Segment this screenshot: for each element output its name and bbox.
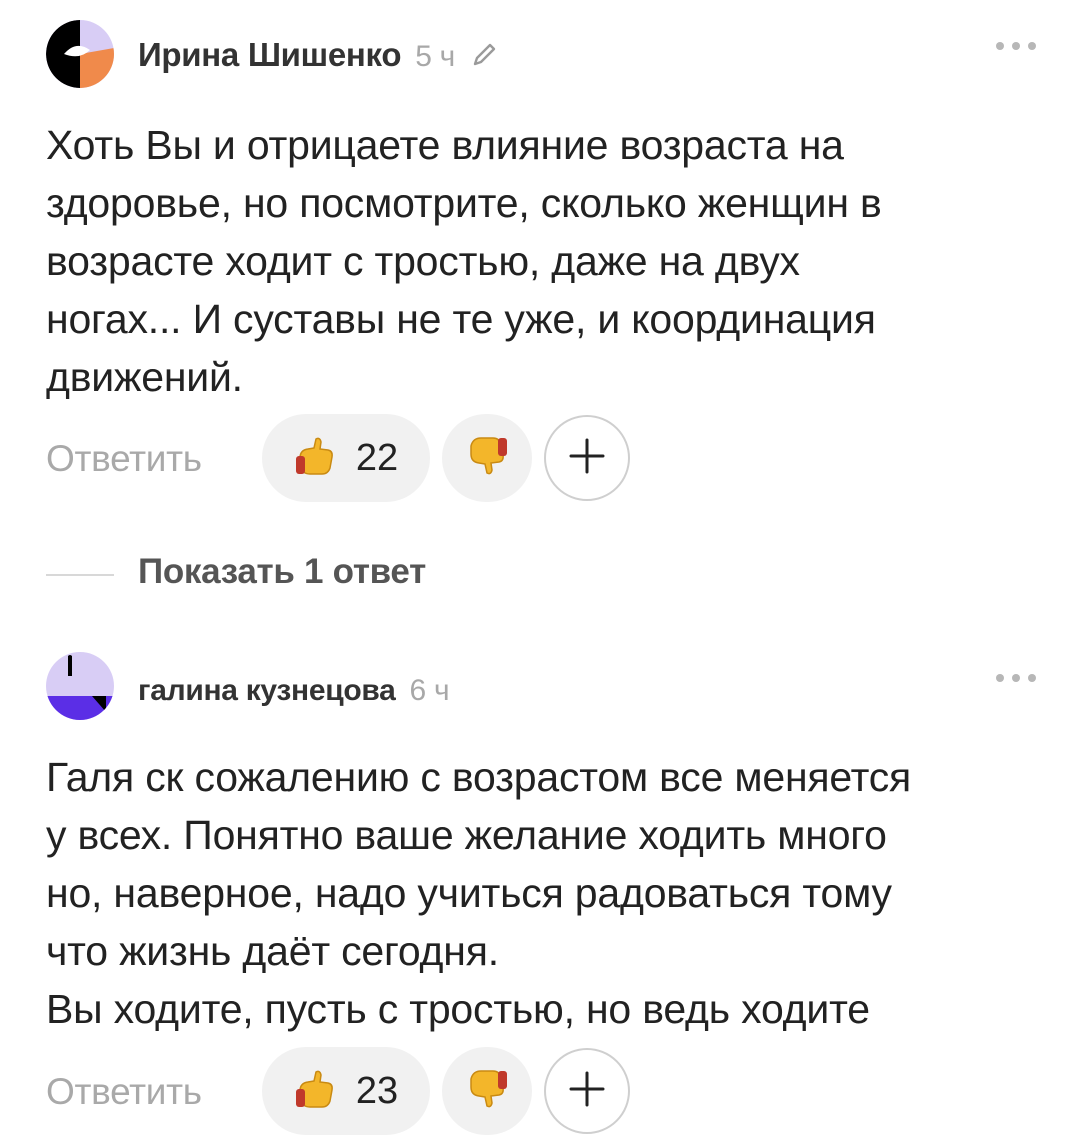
author-name-text: Ирина Шишенко — [138, 36, 402, 73]
like-button[interactable]: 22 — [262, 414, 430, 502]
show-replies-label: Показать 1 ответ — [138, 552, 426, 591]
comment-text: Хоть Вы и отрицаете влияние возраста на … — [46, 122, 882, 400]
thumbs-down-icon — [465, 1067, 509, 1116]
more-dots-icon[interactable] — [996, 666, 1036, 690]
thumbs-up-icon — [294, 1067, 338, 1116]
dislike-button[interactable] — [442, 414, 532, 502]
comment-text: Галя ск сожалению с возрастом все меняет… — [46, 754, 912, 1032]
plus-icon — [567, 1069, 607, 1114]
reply-button[interactable]: Ответить — [46, 1071, 202, 1113]
avatar[interactable] — [46, 20, 114, 88]
like-button[interactable]: 23 — [262, 1047, 430, 1135]
reply-button[interactable]: Ответить — [46, 438, 202, 480]
comment-time: 5 ч — [415, 40, 455, 73]
more-dots-icon[interactable] — [996, 34, 1036, 58]
show-replies-button[interactable]: Показать 1 ответ — [46, 550, 646, 600]
thumbs-up-icon — [294, 434, 338, 483]
avatar[interactable] — [46, 652, 114, 720]
like-count: 23 — [355, 1069, 399, 1112]
comment-actions: Ответить 22 — [46, 414, 746, 506]
divider — [46, 574, 114, 576]
add-reaction-button[interactable] — [544, 1048, 630, 1134]
dislike-button[interactable] — [442, 1047, 532, 1135]
comment-header: Ирина Шишенко 5 ч — [46, 20, 1036, 90]
author-name-text: галина кузнецова — [138, 674, 396, 707]
add-reaction-button[interactable] — [544, 415, 630, 501]
thumbs-down-icon — [465, 434, 509, 483]
pencil-icon — [471, 38, 497, 76]
like-count: 22 — [355, 436, 399, 479]
author-name[interactable]: галина кузнецова 6 ч — [138, 674, 450, 708]
comment-header: галина кузнецова 6 ч — [46, 652, 1036, 722]
comment-actions: Ответить 23 — [46, 1047, 746, 1139]
author-name[interactable]: Ирина Шишенко 5 ч — [138, 36, 497, 76]
plus-icon — [567, 436, 607, 481]
comment-time: 6 ч — [409, 674, 450, 707]
